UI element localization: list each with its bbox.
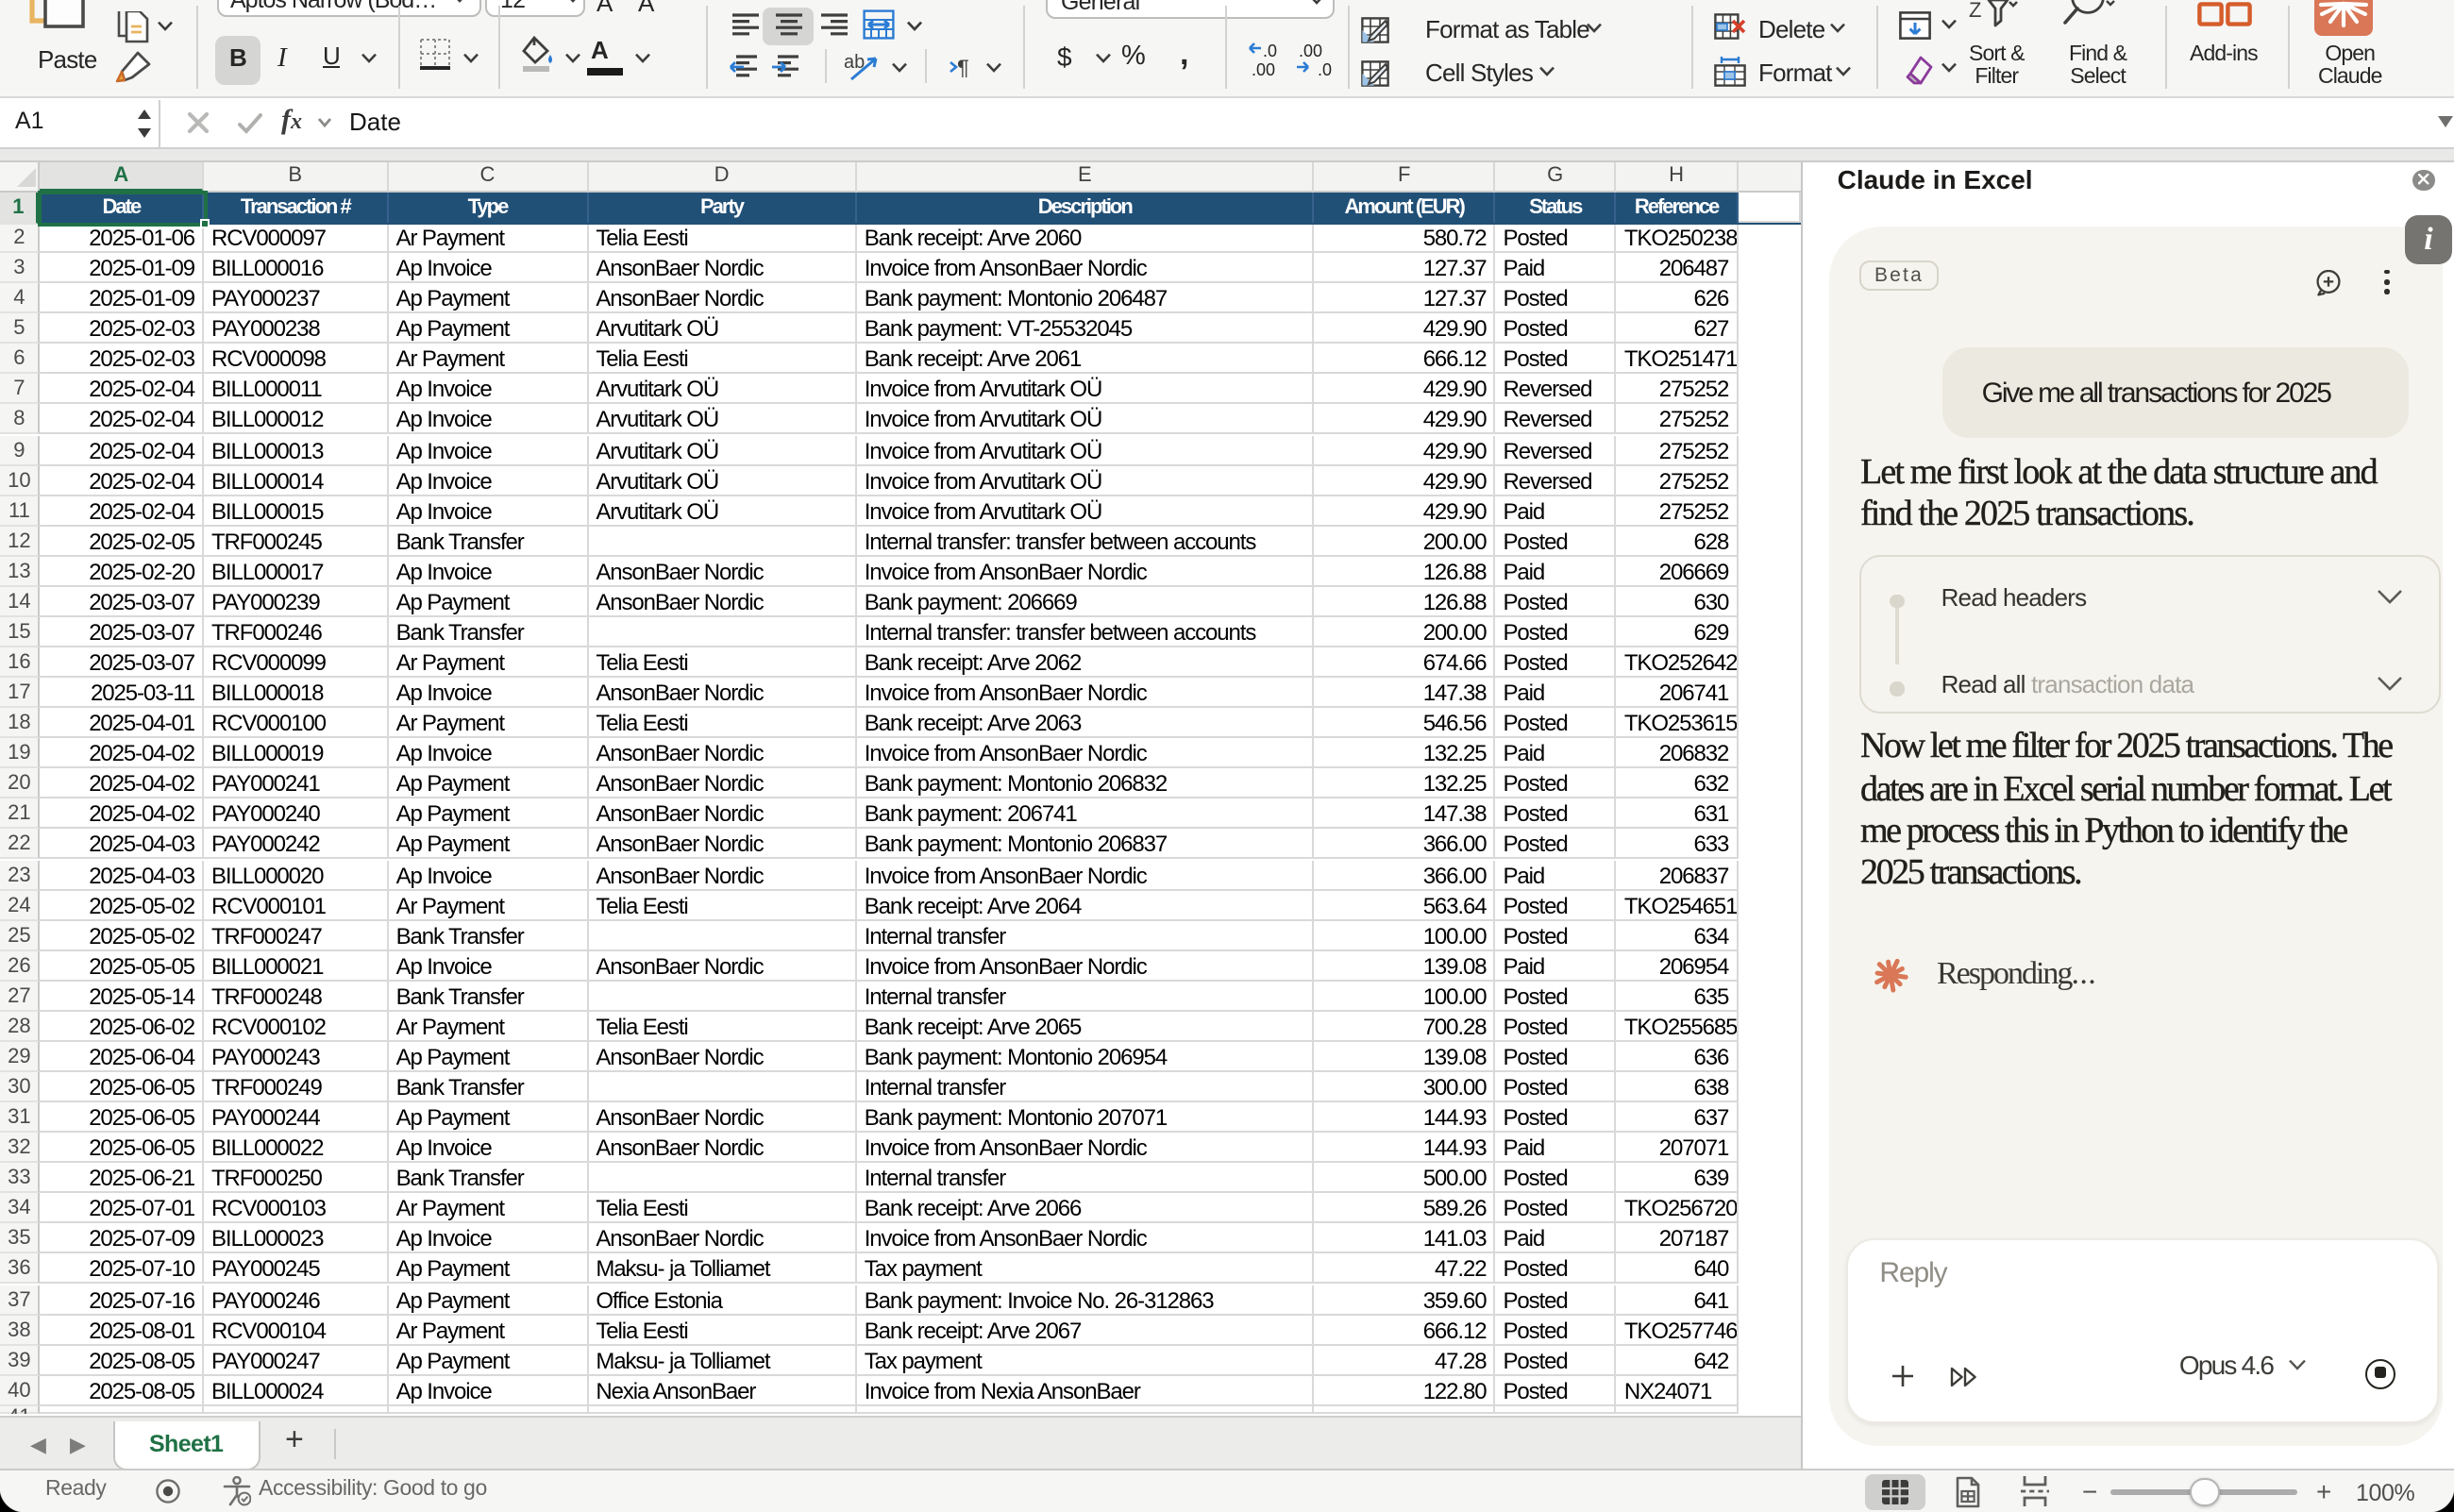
svg-text:.0: .0	[1318, 60, 1332, 79]
svg-text:.00: .00	[1299, 42, 1322, 60]
svg-text:.0: .0	[1263, 42, 1277, 60]
svg-text:¶: ¶	[957, 56, 969, 77]
svg-text:.00: .00	[1252, 60, 1275, 79]
svg-text:Z: Z	[1969, 0, 1981, 22]
